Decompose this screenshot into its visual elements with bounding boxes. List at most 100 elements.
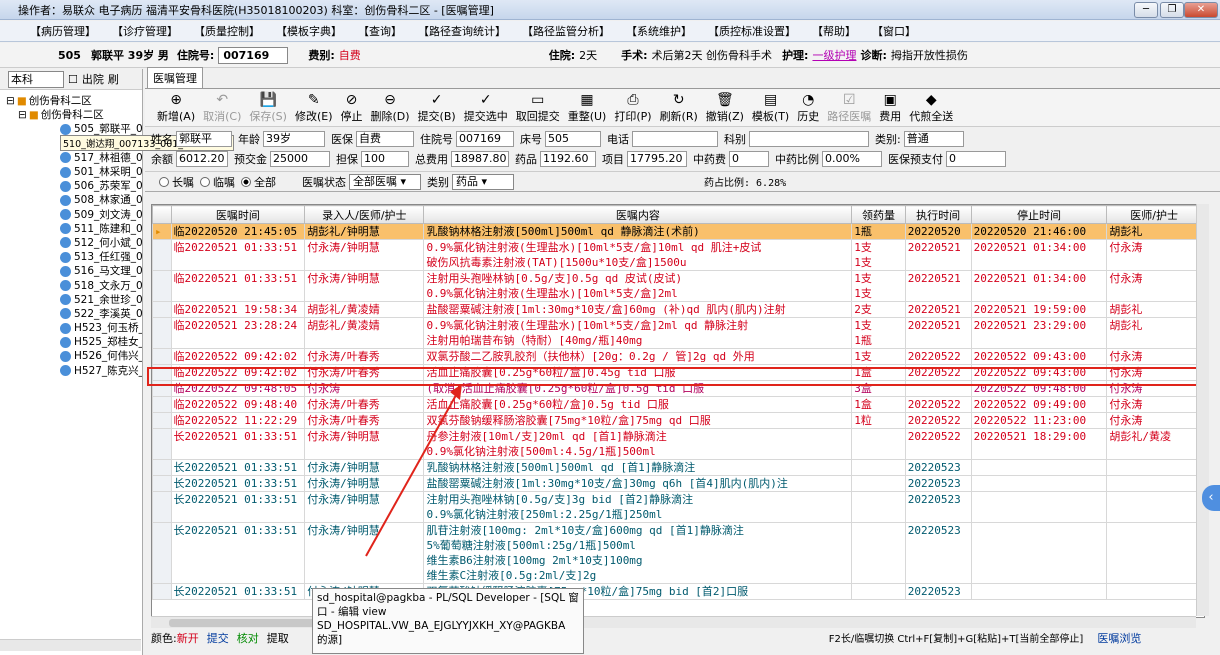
toolbar-button-10[interactable]: ⎙ 打印(P) [612, 92, 653, 124]
status-select[interactable]: 全部医嘱 ▾ [349, 173, 421, 190]
table-row[interactable]: 临20220522 11:22:29 付永涛/叶春秀 双氯芬酸钠缓释肠溶胶囊[75m… [152, 412, 1202, 429]
column-header[interactable]: 医嘱时间 [170, 205, 306, 224]
toolbar-button-2[interactable]: 💾 保存(S) [247, 92, 289, 124]
table-row[interactable]: 注射用帕瑞昔布钠（特耐）[40mg/瓶]40mg 1瓶 [152, 333, 1202, 349]
toolbar-button-14[interactable]: ◔ 历史 [795, 92, 821, 124]
toolbar-button-17[interactable]: ◆ 代煎全送 [907, 92, 955, 124]
patient-tree-item[interactable]: H525_郑桂女_ [60, 335, 142, 349]
patient-tree-item[interactable]: H526_何伟兴_ [60, 349, 142, 363]
patient-tree-item[interactable]: 508_林家通_0 [60, 193, 142, 207]
radio-all[interactable] [241, 176, 251, 187]
collapse-icon[interactable]: ⊟ [6, 94, 15, 108]
info-field[interactable]: 0.00% [822, 151, 882, 167]
table-row[interactable]: 长20220521 01:33:51 付永涛/钟明慧 乳酸钠林格注射液[500ml]… [152, 459, 1202, 476]
column-header[interactable]: 医嘱内容 [423, 205, 853, 224]
toolbar-button-4[interactable]: ⊘ 停止 [339, 92, 365, 124]
info-field[interactable]: 39岁 [263, 131, 325, 147]
menu-item-3[interactable]: 【模板字典】 [268, 23, 350, 39]
table-row[interactable]: 临20220522 09:48:40 付永涛/叶春秀 活血止痛胶囊[0.25g*60… [152, 396, 1202, 413]
info-field[interactable]: 100 [361, 151, 409, 167]
toolbar-button-5[interactable]: ⊖ 删除(D) [369, 92, 412, 124]
table-row[interactable]: 维生素C注射液[0.5g:2ml/支]2g [152, 568, 1202, 584]
table-row[interactable]: 临20220521 01:33:51 付永涛/钟明慧 注射用头孢唑林钠[0.5g/支… [152, 270, 1202, 286]
toolbar-button-16[interactable]: ▣ 费用 [877, 92, 903, 124]
patient-tree-item[interactable]: H523_何玉桥_ [60, 321, 142, 335]
grid-hscroll[interactable] [151, 616, 1196, 628]
patient-tree-item[interactable]: 518_文永万_0 [60, 278, 142, 292]
toolbar-button-0[interactable]: ⊕ 新增(A) [155, 92, 197, 124]
left-hscroll[interactable] [0, 639, 141, 651]
tab-order-management[interactable]: 医嘱管理 [147, 67, 203, 88]
refresh-tab[interactable]: 刷 [108, 71, 119, 87]
info-field[interactable]: 007169 [456, 131, 514, 147]
tree-sub[interactable]: ⊟ ■ 创伤骨科二区 [6, 108, 142, 122]
patient-tree-item[interactable]: 516_马文理_0 [60, 264, 142, 278]
table-row[interactable]: 0.9%氯化钠注射液[500ml:4.5g/1瓶]500ml [152, 444, 1202, 460]
inpatient-no-field[interactable]: 007169 [218, 46, 289, 64]
toolbar-button-7[interactable]: ✓ 提交选中 [462, 92, 510, 124]
table-row[interactable]: 长20220521 01:33:51 付永涛/钟明慧 肌苷注射液[100mg: 2m… [152, 522, 1202, 538]
table-row[interactable]: 长20220521 01:33:51 付永涛/钟明慧 盐酸罂粟碱注射液[1ml:30… [152, 475, 1202, 492]
table-row[interactable]: 临20220522 09:42:02 付永涛/叶春秀 活血止痛胶囊[0.25g*60… [152, 364, 1202, 381]
minimize-button[interactable]: ─ [1134, 2, 1158, 18]
patient-tree-item[interactable]: 501_林采明_0 [60, 165, 142, 179]
grid-vscroll[interactable] [1196, 204, 1209, 616]
table-row[interactable]: 临20220521 01:33:51 付永涛/钟明慧 0.9%氯化钠注射液(生理盐水… [152, 239, 1202, 255]
info-field[interactable]: 25000 [270, 151, 330, 167]
info-field[interactable]: 0 [946, 151, 1006, 167]
table-row[interactable]: 破伤风抗毒素注射液(TAT)[1500u*10支/盒]1500u 1支 [152, 255, 1202, 271]
restore-button[interactable]: ❐ [1160, 2, 1184, 18]
table-row[interactable]: 维生素B6注射液[100mg 2ml*10支]100mg [152, 553, 1202, 568]
info-field[interactable]: 505 [545, 131, 601, 147]
menu-item-1[interactable]: 【诊疗管理】 [104, 23, 186, 39]
toolbar-button-9[interactable]: ▦ 重整(U) [566, 92, 609, 124]
table-row[interactable]: 5%葡萄糖注射液[500ml:25g/1瓶]500ml [152, 538, 1202, 553]
patient-tree-item[interactable]: 506_苏荣军_0 [60, 179, 142, 193]
info-field[interactable]: 17795.20 [627, 151, 687, 167]
menu-item-4[interactable]: 【查询】 [350, 23, 410, 39]
patient-tree-item[interactable]: 512_何小斌_0 [60, 236, 142, 250]
info-field[interactable] [632, 131, 718, 147]
toolbar-button-6[interactable]: ✓ 提交(B) [416, 92, 458, 124]
column-header[interactable]: 录入人/医师/护士 [304, 205, 425, 224]
patient-tree-item[interactable]: 513_任红强_0 [60, 250, 142, 264]
column-header[interactable]: 领药量 [851, 205, 906, 224]
patient-tree-item[interactable]: 517_林祖德_0 [60, 151, 142, 165]
table-row[interactable]: 临20220521 19:58:34 胡彭礼/黄凌婧 盐酸罂粟碱注射液[1ml:30… [152, 301, 1202, 318]
toolbar-button-12[interactable]: 🗑 撤销(Z) [704, 92, 746, 124]
column-header[interactable]: 停止时间 [970, 205, 1108, 224]
patient-tree-item[interactable]: 522_李溪英_0 [60, 307, 142, 321]
toolbar-button-11[interactable]: ↻ 刷新(R) [658, 92, 700, 124]
menu-item-7[interactable]: 【系统维护】 [618, 23, 700, 39]
table-row[interactable]: 0.9%氯化钠注射液(生理盐水)[10ml*5支/盒]2ml 1支 [152, 286, 1202, 302]
type-select[interactable]: 药品 ▾ [452, 173, 514, 190]
close-button[interactable]: ✕ [1184, 2, 1218, 18]
collapse-icon[interactable]: ⊟ [18, 108, 27, 122]
toolbar-button-13[interactable]: ▤ 模板(T) [750, 92, 791, 124]
table-row[interactable]: 长20220521 01:33:51 付永涛/钟明慧 丹参注射液[10ml/支]20… [152, 428, 1202, 444]
patient-tree-item[interactable]: 521_余世珍_0 [60, 293, 142, 307]
patient-tree-item[interactable]: H527_陈克兴_ [60, 364, 142, 378]
radio-temp[interactable] [200, 176, 210, 187]
order-browse-link[interactable]: 医嘱浏览 [1097, 630, 1141, 646]
info-field[interactable]: 6012.20 [176, 151, 228, 167]
info-field[interactable]: 自费 [356, 131, 414, 147]
dept-select[interactable]: 本科 [8, 70, 64, 88]
menu-item-0[interactable]: 【病历管理】 [22, 23, 104, 39]
info-field[interactable]: 郭联平 [176, 131, 232, 147]
column-header[interactable]: 医师/护士 [1106, 205, 1202, 224]
toolbar-button-8[interactable]: ▭ 取回提交 [514, 92, 562, 124]
info-field[interactable]: 1192.60 [540, 151, 596, 167]
table-row[interactable]: ▸ 临20220520 21:45:05 胡彭礼/钟明慧 乳酸钠林格注射液[500ml… [152, 223, 1202, 240]
table-row[interactable]: 长20220521 01:33:51 付永涛/钟明慧 注射用头孢唑林钠[0.5g/支… [152, 491, 1202, 507]
menu-item-2[interactable]: 【质量控制】 [186, 23, 268, 39]
patient-tree-item[interactable]: 511_陈建和_0 [60, 222, 142, 236]
info-field[interactable]: 普通 [903, 131, 964, 147]
table-row[interactable]: 临20220521 23:28:24 胡彭礼/黄凌婧 0.9%氯化钠注射液(生理盐水… [152, 317, 1202, 333]
info-field[interactable] [749, 131, 869, 147]
menu-item-6[interactable]: 【路径监管分析】 [514, 23, 618, 39]
menu-item-5[interactable]: 【路径查询统计】 [410, 23, 514, 39]
column-header[interactable]: 执行时间 [904, 205, 972, 224]
table-row[interactable]: 长20220521 01:33:51付永涛/钟明慧双氯芬酸钠缓释肠溶胶囊[75m… [152, 583, 1202, 600]
side-expand-button[interactable]: ‹ [1202, 485, 1220, 511]
